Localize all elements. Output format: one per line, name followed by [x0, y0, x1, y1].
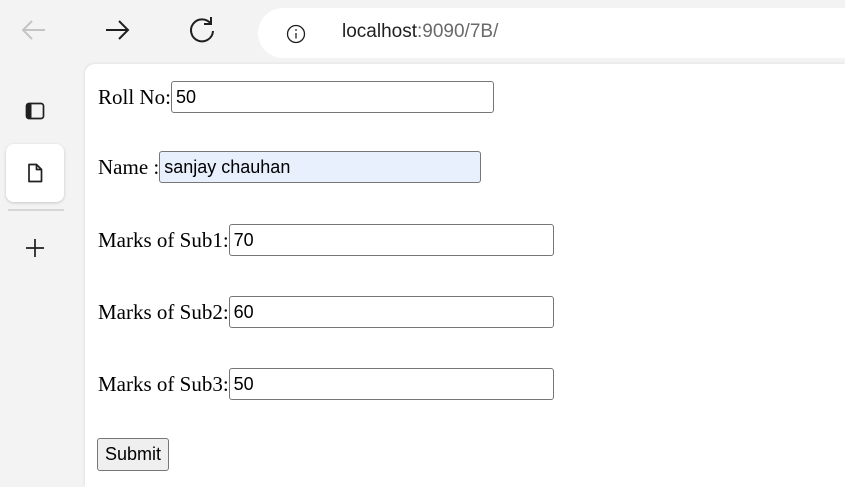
sub1-label: Marks of Sub1:: [98, 227, 229, 252]
name-label: Name :: [98, 154, 160, 179]
browser-toolbar: localhost:9090/7B/: [0, 0, 845, 64]
sub3-row: Marks of Sub3:: [98, 368, 554, 400]
reload-icon: [190, 17, 214, 43]
vertical-tab-sidebar: [0, 64, 78, 487]
plus-icon: [26, 239, 44, 257]
sub3-label: Marks of Sub3:: [98, 371, 229, 396]
url-text[interactable]: localhost:9090/7B/: [342, 21, 498, 43]
sub2-row: Marks of Sub2:: [98, 296, 554, 328]
page-content: Roll No: Name : Marks of Sub1: Marks of …: [85, 64, 845, 487]
new-tab-button[interactable]: [6, 219, 64, 277]
url-host: localhost: [342, 21, 417, 42]
tab-actions-button[interactable]: [6, 82, 64, 140]
page-icon: [28, 163, 43, 183]
submit-button[interactable]: Submit: [97, 438, 170, 471]
url-path: :9090/7B/: [417, 21, 499, 42]
sub3-input[interactable]: [228, 368, 554, 400]
reload-button[interactable]: [182, 10, 222, 50]
roll-input[interactable]: [170, 81, 494, 113]
sub2-label: Marks of Sub2:: [98, 299, 229, 324]
back-button[interactable]: [14, 10, 54, 50]
arrow-right-icon: [106, 20, 130, 40]
tab-actions-icon: [25, 102, 45, 120]
sub2-input[interactable]: [228, 296, 554, 328]
address-bar[interactable]: localhost:9090/7B/: [258, 8, 845, 58]
info-icon[interactable]: [286, 24, 306, 44]
name-input[interactable]: [159, 151, 482, 183]
roll-label: Roll No:: [98, 84, 171, 109]
sub1-input[interactable]: [228, 224, 554, 256]
roll-row: Roll No:: [98, 81, 494, 113]
sidebar-divider: [8, 209, 64, 211]
forward-button[interactable]: [97, 10, 137, 50]
sub1-row: Marks of Sub1:: [98, 224, 554, 256]
name-row: Name :: [98, 151, 482, 183]
arrow-left-icon: [21, 20, 45, 40]
active-tab[interactable]: [6, 144, 64, 202]
